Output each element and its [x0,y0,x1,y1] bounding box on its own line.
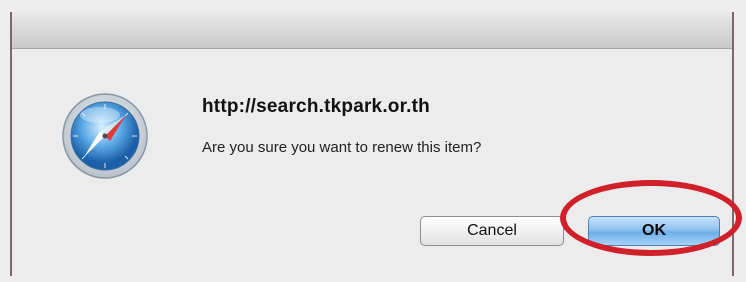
confirm-dialog: http://search.tkpark.or.th Are you sure … [10,12,734,276]
safari-compass-icon [60,91,150,181]
screen: http://search.tkpark.or.th Are you sure … [0,0,746,282]
dialog-titlebar[interactable] [12,12,732,49]
ok-button[interactable]: OK [588,216,720,246]
cancel-button[interactable]: Cancel [420,216,564,246]
dialog-title: http://search.tkpark.or.th [202,96,430,117]
dialog-message: Are you sure you want to renew this item… [202,139,482,156]
